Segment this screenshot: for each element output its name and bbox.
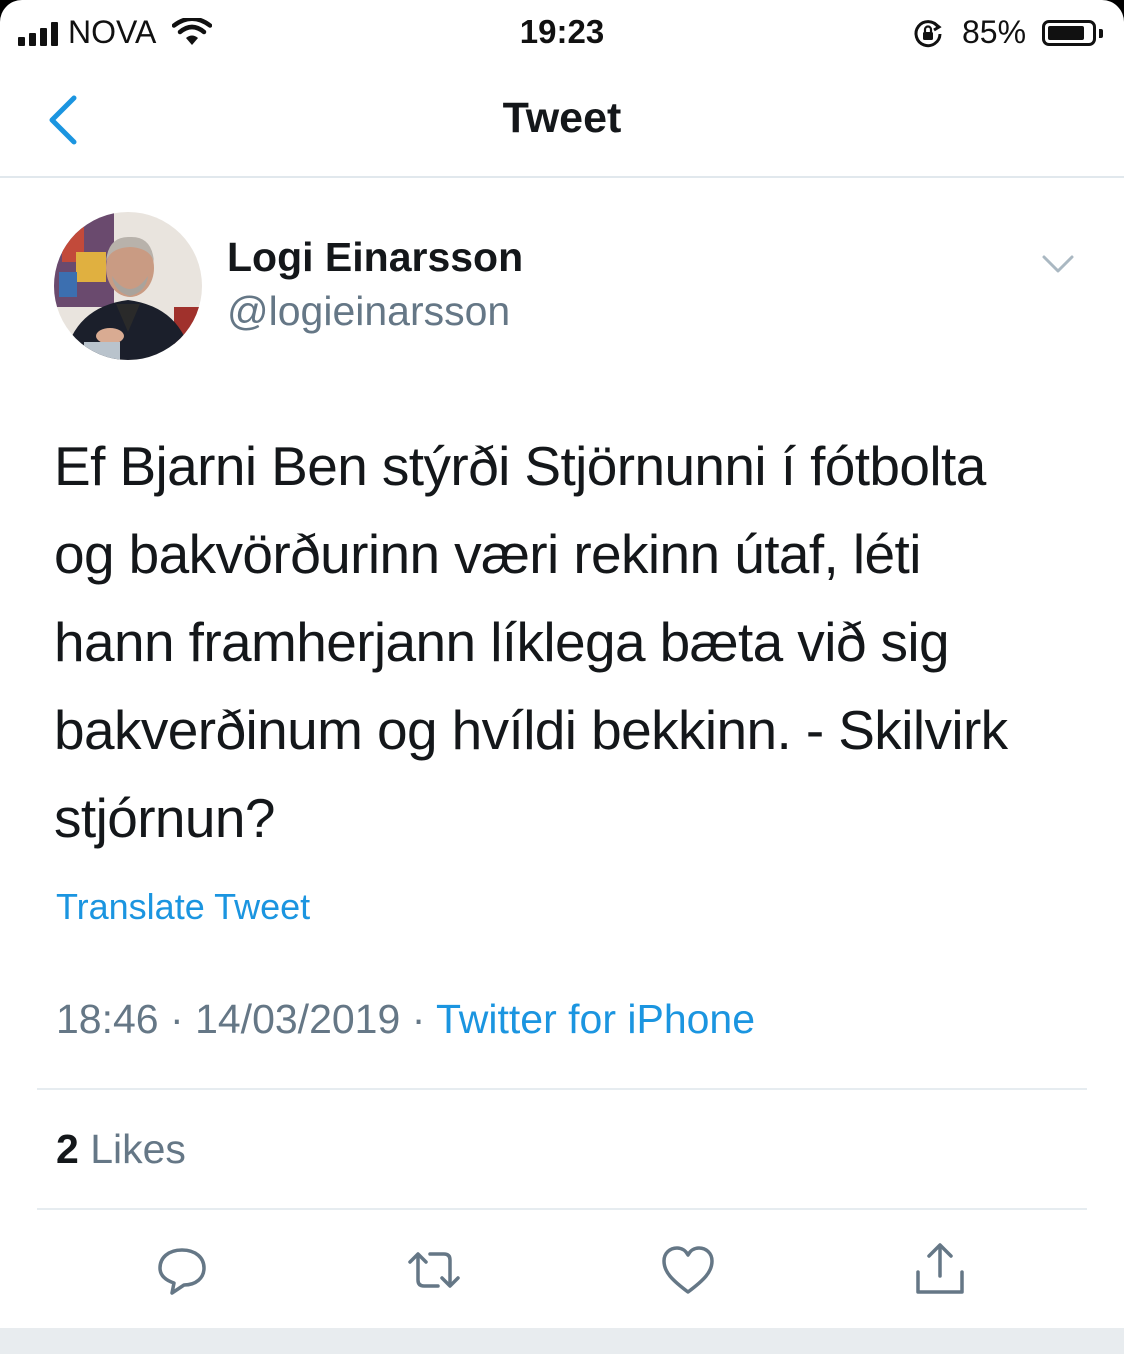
status-bar: NOVA 19:23 85% (0, 0, 1124, 66)
tweet-time: 18:46 (56, 996, 159, 1042)
status-time: 19:23 (519, 13, 605, 50)
tweet-date: 14/03/2019 (195, 996, 401, 1042)
retweet-button[interactable] (404, 1240, 464, 1300)
likes-count: 2 (56, 1126, 79, 1172)
battery-icon (1042, 20, 1096, 46)
retweet-icon (408, 1252, 460, 1288)
divider (37, 1088, 1087, 1090)
meta-separator: · (170, 996, 184, 1042)
tweet-metadata: 18:46 · 14/03/2019 · Twitter for iPhone (56, 996, 755, 1043)
battery-tip (1099, 29, 1103, 38)
reply-button[interactable] (152, 1240, 212, 1300)
battery-fill (1048, 26, 1084, 40)
reply-icon (158, 1248, 206, 1295)
tweet-text: Ef Bjarni Ben stýrði Stjörnunni í fótbol… (54, 435, 1008, 849)
like-button[interactable] (658, 1240, 718, 1300)
tweet-source-link[interactable]: Twitter for iPhone (436, 996, 755, 1042)
chevron-down-icon (1042, 255, 1074, 273)
likes-label: Likes (90, 1126, 186, 1172)
display-name[interactable]: Logi Einarsson (227, 234, 523, 281)
user-handle[interactable]: @logieinarsson (227, 288, 510, 335)
battery-percentage: 85% (962, 14, 1027, 50)
share-button[interactable] (910, 1240, 970, 1300)
divider (37, 1208, 1087, 1210)
page-title: Tweet (502, 94, 622, 142)
share-icon (916, 1243, 964, 1294)
translate-tweet-link[interactable]: Translate Tweet (56, 886, 310, 928)
tweet-options-button[interactable] (1036, 246, 1080, 282)
rotation-lock-icon (912, 18, 944, 55)
likes-count-button[interactable]: 2 Likes (56, 1126, 186, 1173)
navigation-bar: Tweet (0, 66, 1124, 178)
meta-separator: · (411, 996, 426, 1042)
tweet-screen: NOVA 19:23 85% Tweet Logi Einarsson @log… (0, 0, 1124, 1354)
avatar[interactable] (54, 212, 202, 360)
bottom-bar (0, 1328, 1124, 1354)
heart-icon (662, 1246, 714, 1294)
profile-photo (54, 212, 202, 360)
